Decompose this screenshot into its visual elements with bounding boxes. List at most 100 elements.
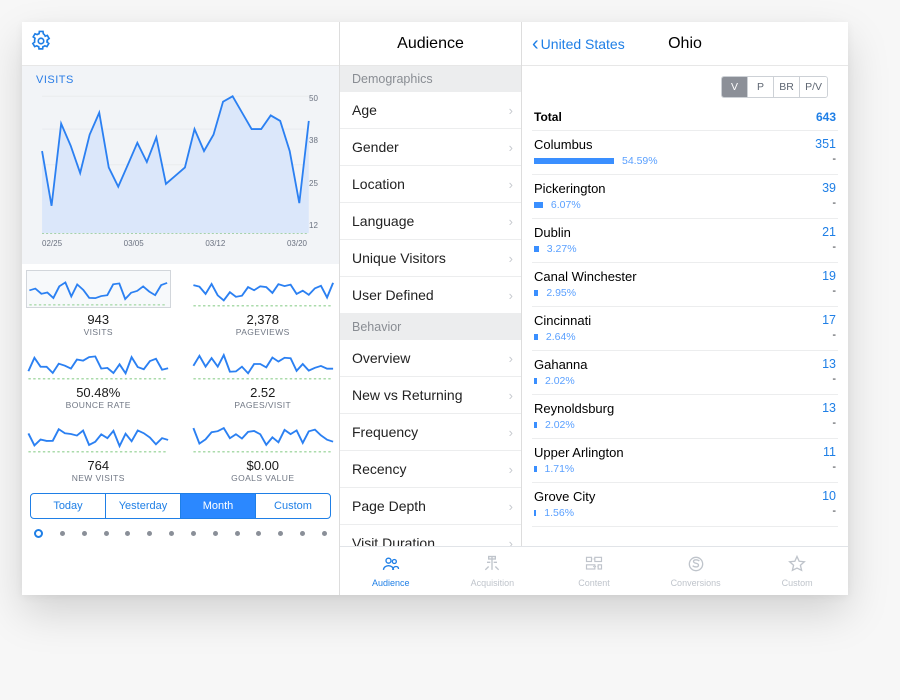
main-chart-area: VISITS 50382512 02/2503/0503/1203/20 (22, 66, 339, 264)
city-row[interactable]: Columbus 351 54.59% - (532, 131, 838, 175)
city-bar (534, 334, 538, 340)
menu-item-overview[interactable]: Overview › (340, 340, 521, 377)
menu-item-label: User Defined (352, 287, 434, 303)
city-value: 13 (822, 401, 836, 416)
audience-icon (380, 554, 402, 576)
conversions-icon (685, 554, 707, 576)
menu-item-label: Language (352, 213, 414, 229)
gear-icon[interactable] (30, 30, 52, 57)
page-dot[interactable] (82, 531, 87, 536)
chevron-right-icon: › (509, 103, 513, 118)
total-label: Total (534, 110, 562, 124)
y-axis-ticks: 50382512 (309, 94, 327, 230)
menu-item-age[interactable]: Age › (340, 92, 521, 129)
city-row[interactable]: Gahanna 13 2.02% - (532, 351, 838, 395)
audience-menu-list: DemographicsAge ›Gender ›Location ›Langu… (340, 66, 521, 595)
city-name: Gahanna (534, 357, 588, 372)
metric-tab-v[interactable]: V (722, 77, 748, 97)
metric-tabs: VPBRP/V (721, 76, 828, 98)
metric-thumb-pageviews[interactable]: 2,378 PAGEVIEWS (191, 270, 336, 337)
city-value: 351 (815, 137, 836, 152)
menu-item-new-vs-returning[interactable]: New vs Returning › (340, 377, 521, 414)
page-dot[interactable] (34, 529, 43, 538)
metric-tab-p[interactable]: P (748, 77, 774, 97)
page-dot[interactable] (322, 531, 327, 536)
metric-label: PAGES/VISIT (191, 400, 336, 410)
left-toolbar (22, 22, 339, 66)
city-row[interactable]: Reynoldsburg 13 2.02% - (532, 395, 838, 439)
segment-today[interactable]: Today (31, 494, 106, 518)
tabbar-label: Acquisition (471, 578, 515, 588)
city-secondary: - (832, 197, 836, 209)
chevron-right-icon: › (509, 177, 513, 192)
time-range-segmented: TodayYesterdayMonthCustom (30, 493, 331, 519)
chevron-right-icon: › (509, 462, 513, 477)
metric-value: 764 (26, 458, 171, 473)
menu-item-frequency[interactable]: Frequency › (340, 414, 521, 451)
menu-item-recency[interactable]: Recency › (340, 451, 521, 488)
city-percent: 2.95% (546, 287, 576, 299)
city-row[interactable]: Cincinnati 17 2.64% - (532, 307, 838, 351)
metric-tab-br[interactable]: BR (774, 77, 800, 97)
city-percent: 1.71% (545, 463, 575, 475)
metric-thumb-pages-visit[interactable]: 2.52 PAGES/VISIT (191, 343, 336, 410)
menu-item-page-depth[interactable]: Page Depth › (340, 488, 521, 525)
metric-thumb-new-visits[interactable]: 764 NEW VISITS (26, 416, 171, 483)
page-dot[interactable] (191, 531, 196, 536)
city-value: 39 (822, 181, 836, 196)
page-dot[interactable] (235, 531, 240, 536)
audience-menu-panel: Audience DemographicsAge ›Gender ›Locati… (340, 22, 522, 595)
metric-thumb-goals-value[interactable]: $0.00 GOALS VALUE (191, 416, 336, 483)
metric-value: 50.48% (26, 385, 171, 400)
page-dot[interactable] (300, 531, 305, 536)
x-axis-ticks: 02/2503/0503/1203/20 (42, 239, 307, 248)
segment-yesterday[interactable]: Yesterday (106, 494, 181, 518)
city-row[interactable]: Dublin 21 3.27% - (532, 219, 838, 263)
segment-custom[interactable]: Custom (256, 494, 330, 518)
city-value: 19 (822, 269, 836, 284)
chevron-right-icon: › (509, 388, 513, 403)
menu-item-user-defined[interactable]: User Defined › (340, 277, 521, 314)
metric-tab-pv[interactable]: P/V (800, 77, 827, 97)
menu-item-unique-visitors[interactable]: Unique Visitors › (340, 240, 521, 277)
city-bar (534, 202, 543, 208)
city-row[interactable]: Upper Arlington 11 1.71% - (532, 439, 838, 483)
main-chart-title: VISITS (36, 74, 329, 86)
city-bar (534, 378, 537, 384)
page-dot[interactable] (104, 531, 109, 536)
city-percent: 6.07% (551, 199, 581, 211)
metric-sparkline (26, 270, 171, 308)
city-bar (534, 510, 536, 516)
metric-thumb-bounce-rate[interactable]: 50.48% BOUNCE RATE (26, 343, 171, 410)
city-secondary: - (832, 461, 836, 473)
section-header: Demographics (340, 66, 521, 92)
tabbar-content[interactable]: Content (543, 547, 645, 595)
tabbar-label: Audience (372, 578, 410, 588)
tabbar-custom[interactable]: Custom (746, 547, 848, 595)
city-name: Dublin (534, 225, 571, 240)
page-dot[interactable] (278, 531, 283, 536)
city-row[interactable]: Pickerington 39 6.07% - (532, 175, 838, 219)
menu-item-language[interactable]: Language › (340, 203, 521, 240)
main-chart[interactable]: 50382512 02/2503/0503/1203/20 (36, 90, 329, 252)
city-secondary: - (832, 241, 836, 253)
tabbar-audience[interactable]: Audience (340, 547, 442, 595)
page-dot[interactable] (60, 531, 65, 536)
menu-item-gender[interactable]: Gender › (340, 129, 521, 166)
city-row[interactable]: Canal Winchester 19 2.95% - (532, 263, 838, 307)
tabbar-conversions[interactable]: Conversions (645, 547, 747, 595)
city-name: Pickerington (534, 181, 606, 196)
page-dot[interactable] (147, 531, 152, 536)
page-dot[interactable] (125, 531, 130, 536)
metric-label: NEW VISITS (26, 473, 171, 483)
menu-item-location[interactable]: Location › (340, 166, 521, 203)
tabbar-acquisition[interactable]: Acquisition (442, 547, 544, 595)
page-dot[interactable] (256, 531, 261, 536)
back-button[interactable]: ‹ United States (532, 36, 625, 52)
page-dot[interactable] (169, 531, 174, 536)
page-dot[interactable] (213, 531, 218, 536)
tabbar-label: Conversions (671, 578, 721, 588)
city-row[interactable]: Grove City 10 1.56% - (532, 483, 838, 527)
segment-month[interactable]: Month (181, 494, 256, 518)
metric-thumb-visits[interactable]: 943 VISITS (26, 270, 171, 337)
